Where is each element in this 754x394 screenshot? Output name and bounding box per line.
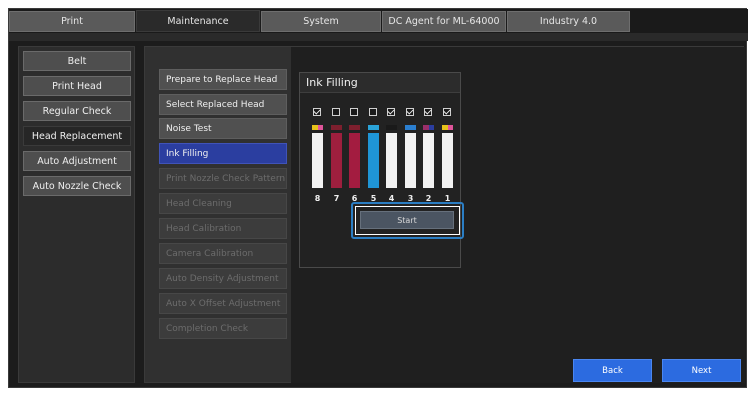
channel-color-segment	[386, 125, 397, 130]
step-head-cleaning: Head Cleaning	[159, 193, 287, 214]
channel-color-segment	[368, 125, 379, 130]
channel-color-indicator	[368, 125, 379, 130]
next-button[interactable]: Next	[662, 359, 741, 382]
ink-level-fill	[368, 133, 379, 188]
start-highlight-frame: Start	[351, 202, 464, 239]
channel-color-segment	[428, 125, 434, 130]
ink-level-bar	[386, 133, 397, 188]
step-noise-test[interactable]: Noise Test	[159, 118, 287, 139]
step-prepare-to-replace-head[interactable]: Prepare to Replace Head	[159, 69, 287, 90]
sidebar-item-print-head[interactable]: Print Head	[23, 76, 131, 96]
ink-level-bar	[442, 133, 453, 188]
channel-checkbox[interactable]	[424, 108, 432, 116]
ink-filling-title: Ink Filling	[300, 73, 460, 93]
channel-color-indicator	[405, 125, 416, 130]
step-head-calibration: Head Calibration	[159, 218, 287, 239]
channel-color-indicator	[423, 125, 434, 130]
tab-industry-4[interactable]: Industry 4.0	[507, 11, 630, 32]
step-camera-calibration: Camera Calibration	[159, 243, 287, 264]
step-completion-check: Completion Check	[159, 318, 287, 339]
channel-checkbox[interactable]	[443, 108, 451, 116]
back-button[interactable]: Back	[573, 359, 652, 382]
sidebar-item-belt[interactable]: Belt	[23, 51, 131, 71]
step-ink-filling[interactable]: Ink Filling	[159, 143, 287, 164]
step-select-replaced-head[interactable]: Select Replaced Head	[159, 94, 287, 115]
maintenance-sidebar: Belt Print Head Regular Check Head Repla…	[18, 46, 135, 383]
sidebar-item-auto-adjustment[interactable]: Auto Adjustment	[23, 151, 131, 171]
sidebar-item-auto-nozzle-check[interactable]: Auto Nozzle Check	[23, 176, 131, 196]
tab-system[interactable]: System	[261, 11, 381, 32]
step-auto-x-offset-adjustment: Auto X Offset Adjustment	[159, 293, 287, 314]
ink-level-bar	[312, 133, 323, 188]
sidebar-item-regular-check[interactable]: Regular Check	[23, 101, 131, 121]
ink-level-bar	[423, 133, 434, 188]
step-auto-density-adjustment: Auto Density Adjustment	[159, 268, 287, 289]
ink-level-fill	[331, 133, 342, 188]
ink-level-bar	[368, 133, 379, 188]
sidebar-item-head-replacement[interactable]: Head Replacement	[23, 126, 131, 146]
ink-level-bar	[331, 133, 342, 188]
top-tab-bar: Print Maintenance System DC Agent for ML…	[9, 9, 748, 33]
channel-color-indicator	[349, 125, 360, 130]
ink-level-bar	[349, 133, 360, 188]
start-button[interactable]: Start	[360, 211, 454, 229]
ink-level-bar	[405, 133, 416, 188]
channel-checkbox[interactable]	[350, 108, 358, 116]
start-inner-frame: Start	[355, 206, 460, 235]
channel-color-indicator	[312, 125, 323, 130]
content-area: Ink Filling 87654321 Start Back Next	[291, 47, 745, 383]
tab-print[interactable]: Print	[9, 11, 135, 32]
channel-checkbox[interactable]	[387, 108, 395, 116]
ink-level-fill	[349, 133, 360, 188]
channel-color-segment	[331, 125, 342, 130]
channel-checkbox[interactable]	[406, 108, 414, 116]
app-window: Print Maintenance System DC Agent for ML…	[8, 8, 748, 388]
channel-color-segment	[405, 125, 416, 130]
channel-number: 7	[333, 194, 340, 203]
channel-color-segment	[349, 125, 360, 130]
channel-color-indicator	[442, 125, 453, 130]
channel-checkbox[interactable]	[313, 108, 321, 116]
channel-number: 8	[314, 194, 321, 203]
channel-color-segment	[317, 125, 323, 130]
step-print-nozzle-check-pattern: Print Nozzle Check Pattern	[159, 168, 287, 189]
tab-dc-agent[interactable]: DC Agent for ML-64000	[382, 11, 506, 32]
channel-color-indicator	[386, 125, 397, 130]
main-panel: Prepare to Replace Head Select Replaced …	[144, 46, 745, 383]
channel-checkbox[interactable]	[369, 108, 377, 116]
channel-color-segment	[447, 125, 453, 130]
channel-checkbox[interactable]	[332, 108, 340, 116]
tab-underline	[9, 33, 748, 41]
channel-color-indicator	[331, 125, 342, 130]
tab-maintenance[interactable]: Maintenance	[136, 10, 260, 32]
